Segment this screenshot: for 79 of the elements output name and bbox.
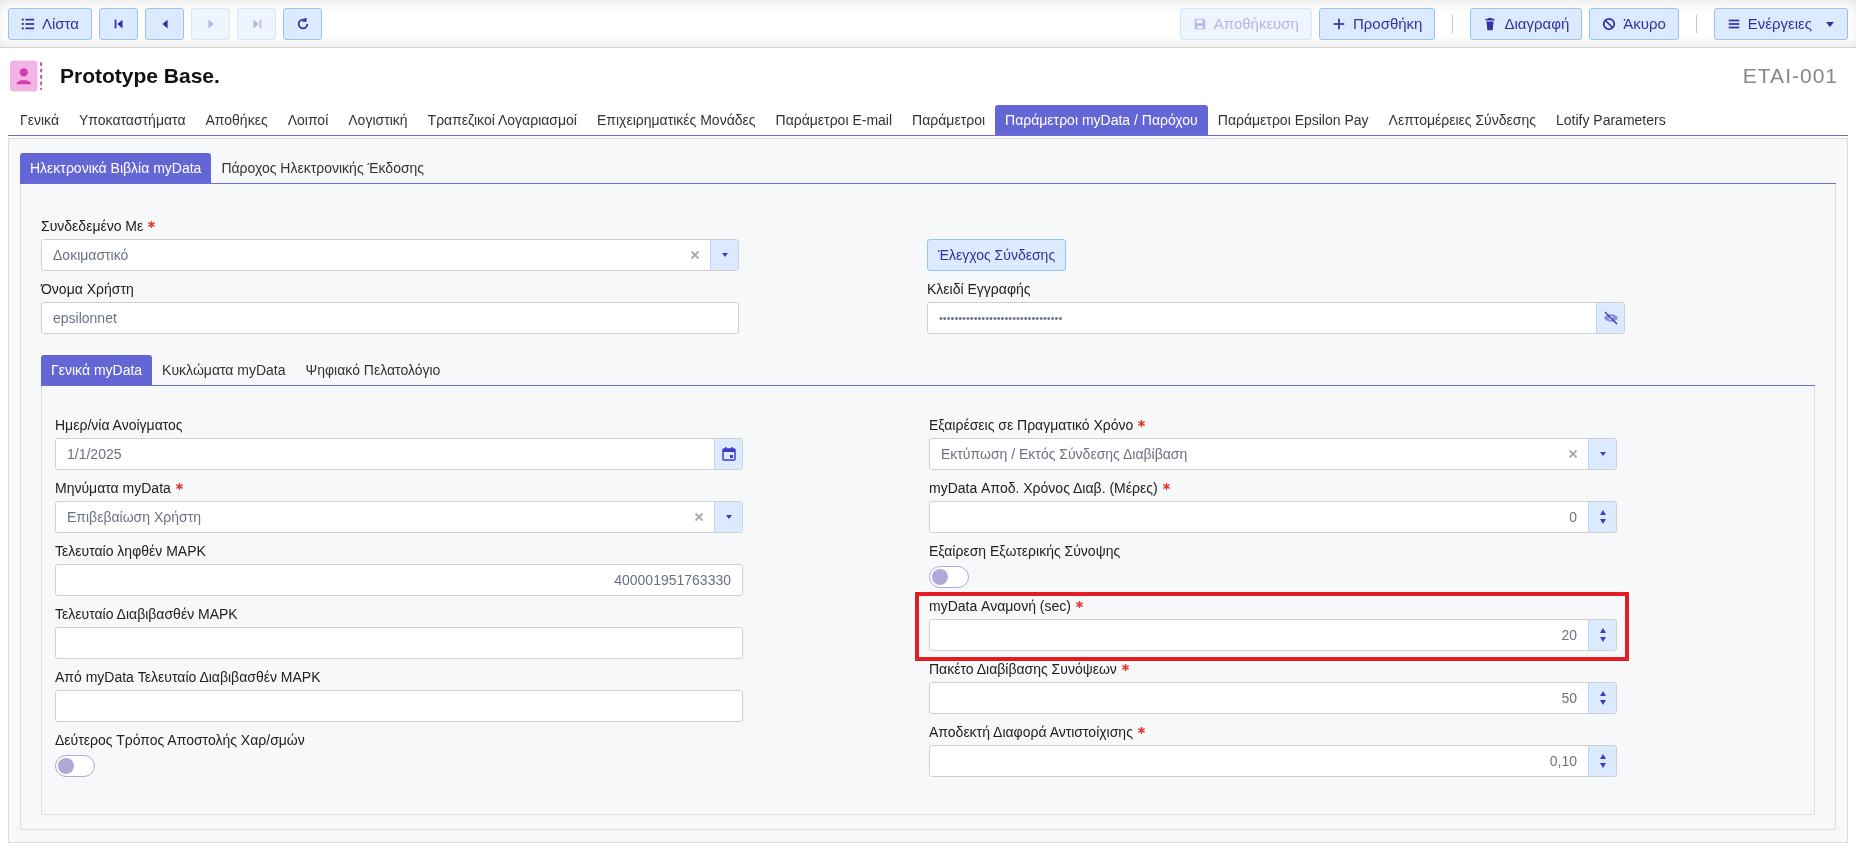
first-button[interactable] [99, 7, 138, 40]
tab[interactable]: Λεπτομέρειες Σύνδεσης [1378, 105, 1546, 135]
clear-icon[interactable] [694, 512, 704, 522]
refresh-icon [295, 16, 310, 31]
number-field[interactable]: 0 [929, 501, 1617, 533]
clear-icon[interactable] [1568, 449, 1578, 459]
calendar-icon [720, 446, 737, 462]
toggle-switch[interactable] [55, 755, 95, 777]
number-field[interactable]: 50 [929, 682, 1617, 714]
field-label: myData Αναμονή (sec) [929, 598, 1071, 614]
spinner-button[interactable] [1588, 502, 1616, 532]
field-label: Τελευταίο Διαβιβασθέν ΜΑΡΚ [55, 606, 238, 622]
test-connection-button[interactable]: Έλεγχος Σύνδεσης [927, 239, 1067, 271]
field-label: Εξαιρέσεις σε Πραγματικό Χρόνο [929, 417, 1134, 433]
tab[interactable]: Υποκαταστήματα [69, 105, 196, 135]
text-field[interactable]: epsilonnet [41, 302, 739, 334]
add-button[interactable]: Προσθήκη [1318, 7, 1436, 40]
cancel-button[interactable]: Άκυρο [1589, 7, 1679, 40]
tab[interactable]: Ηλεκτρονικά Βιβλία myData [20, 153, 212, 183]
refresh-button[interactable] [283, 7, 322, 40]
tab[interactable]: Αποθήκες [195, 105, 278, 135]
field-label: Συνδεδεμένο Με [41, 218, 144, 234]
number-field[interactable]: 20 [929, 619, 1617, 651]
tab[interactable]: Ψηφιακό Πελατολόγιο [295, 355, 451, 385]
plus-icon [1331, 16, 1346, 31]
tab[interactable]: Κυκλώματα myData [152, 355, 296, 385]
field-label: Κλειδί Εγγραφής [927, 281, 1031, 297]
field-label: myData Αποδ. Χρόνος Διαβ. (Μέρες) [929, 480, 1158, 496]
eye-slash-icon [1602, 310, 1619, 326]
toggle-switch[interactable] [929, 566, 969, 588]
tab[interactable]: Lotify Parameters [1545, 105, 1676, 135]
select-field[interactable]: Δοκιμαστικό [41, 239, 739, 271]
tab[interactable]: Λοιποί [277, 105, 339, 135]
field-label: Εξαίρεση Εξωτερικής Σύνοψης [929, 543, 1121, 559]
select-field[interactable]: Επιβεβαίωση Χρήστη [55, 501, 743, 533]
tab[interactable]: Παράμετροι myData / Παρόχου [995, 105, 1208, 135]
text-field[interactable] [55, 690, 743, 722]
page-title: Prototype Base. [60, 64, 220, 88]
field-label: Όνομα Χρήστη [41, 281, 134, 297]
spinner-button[interactable] [1588, 620, 1616, 650]
field-label: Τελευταίο ληφθέν ΜΑΡΚ [55, 543, 206, 559]
actions-button[interactable]: Ενέργειες [1713, 7, 1848, 40]
tab[interactable]: Παράμετροι Epsilon Pay [1207, 105, 1379, 135]
number-field[interactable]: 0,10 [929, 745, 1617, 777]
toggle-visibility-button[interactable] [1596, 303, 1624, 333]
field-label: Μηνύματα myData [55, 480, 171, 496]
tab[interactable]: Γενικά myData [41, 355, 153, 385]
dropdown-button[interactable] [714, 502, 742, 532]
text-field[interactable] [55, 627, 743, 659]
tab[interactable]: Παράμετροι E-mail [765, 105, 903, 135]
date-field[interactable]: 1/1/2025 [55, 438, 743, 470]
calendar-button[interactable] [714, 439, 742, 469]
select-field[interactable]: Εκτύπωση / Εκτός Σύνδεσης Διαβίβαση [929, 438, 1617, 470]
dropdown-button[interactable] [710, 240, 738, 270]
field-label: Πακέτο Διαβίβασης Συνόψεων [929, 661, 1117, 677]
previous-button[interactable] [145, 7, 184, 40]
tab[interactable]: Τραπεζικοί Λογαριασμοί [417, 105, 587, 135]
spinner-button[interactable] [1588, 683, 1616, 713]
record-code: ETAI-001 [1742, 64, 1838, 88]
contact-icon [10, 60, 43, 92]
list-button[interactable]: Λίστα [8, 7, 92, 40]
field-label: Αποδεκτή Διαφορά Αντιστοίχισης [929, 724, 1133, 740]
field-label: Ημερ/νία Ανοίγματος [55, 417, 183, 433]
tab[interactable]: Παράμετροι [902, 105, 996, 135]
password-field[interactable]: •••••••••••••••••••••••••••••••• [927, 302, 1625, 334]
spinner-button[interactable] [1588, 746, 1616, 776]
delete-button[interactable]: Διαγραφή [1470, 7, 1583, 40]
dropdown-button[interactable] [1588, 439, 1616, 469]
field-label: Από myData Τελευταίο Διαβιβασθέν ΜΑΡΚ [55, 669, 321, 685]
tab[interactable]: Επιχειρηματικές Μονάδες [586, 105, 766, 135]
clear-icon[interactable] [690, 250, 700, 260]
save-icon [1192, 16, 1207, 31]
list-icon [21, 16, 35, 31]
text-field[interactable]: 400001951763330 [55, 564, 743, 596]
field-label: Δεύτερος Τρόπος Αποστολής Χαρ/σμών [55, 732, 305, 748]
tab[interactable]: Λογιστική [338, 105, 418, 135]
tab[interactable]: Πάροχος Ηλεκτρονικής Έκδοσης [211, 153, 435, 183]
tab[interactable]: Γενικά [10, 105, 69, 135]
ban-icon [1602, 16, 1617, 31]
